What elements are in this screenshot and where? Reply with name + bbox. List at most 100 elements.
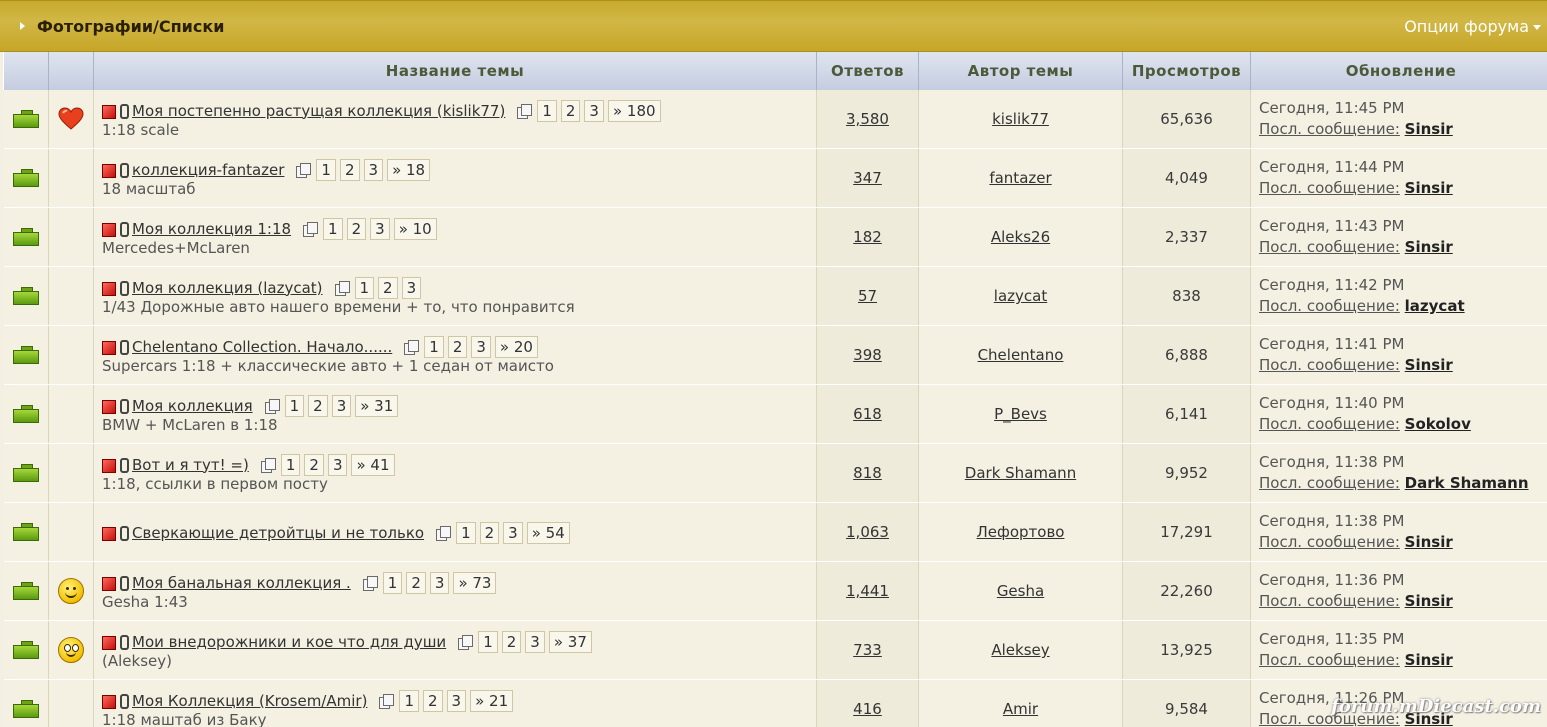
- new-post-icon[interactable]: [102, 163, 116, 178]
- page-link[interactable]: 2: [406, 571, 426, 594]
- page-link[interactable]: 1: [399, 689, 419, 712]
- page-link[interactable]: 1: [323, 217, 343, 240]
- replies-link[interactable]: 733: [853, 641, 882, 659]
- author-link[interactable]: Amir: [1003, 700, 1038, 718]
- last-poster-link[interactable]: Sinsir: [1405, 120, 1453, 138]
- replies-link[interactable]: 818: [853, 464, 882, 482]
- page-link[interactable]: 3: [363, 158, 384, 181]
- page-link[interactable]: 1: [424, 335, 444, 358]
- last-post-link[interactable]: Посл. сообщение:: [1259, 533, 1400, 551]
- page-link[interactable]: » 73: [453, 571, 497, 594]
- topic-title-link[interactable]: коллекция-fantazer: [132, 161, 284, 179]
- topic-title-link[interactable]: Chelentano Collection. Начало......: [132, 338, 392, 356]
- page-link[interactable]: » 10: [393, 217, 437, 240]
- topic-title-link[interactable]: Моя коллекция (lazycat): [132, 279, 323, 297]
- replies-link[interactable]: 1,441: [846, 582, 889, 600]
- new-post-icon[interactable]: [102, 104, 116, 119]
- author-link[interactable]: kislik77: [992, 110, 1049, 128]
- replies-link[interactable]: 398: [853, 346, 882, 364]
- page-link[interactable]: 3: [370, 217, 390, 240]
- last-post-link[interactable]: Посл. сообщение:: [1259, 297, 1400, 315]
- page-link[interactable]: 2: [447, 335, 468, 358]
- new-post-icon[interactable]: [102, 281, 116, 296]
- replies-link[interactable]: 57: [858, 287, 877, 305]
- new-post-icon[interactable]: [102, 399, 116, 414]
- page-link[interactable]: 2: [346, 217, 367, 240]
- new-post-icon[interactable]: [102, 458, 116, 473]
- replies-link[interactable]: 182: [853, 228, 882, 246]
- page-link[interactable]: 2: [479, 521, 500, 544]
- page-link[interactable]: 1: [456, 521, 476, 544]
- page-link[interactable]: 3: [471, 335, 491, 358]
- page-link[interactable]: 2: [308, 394, 328, 417]
- replies-link[interactable]: 1,063: [846, 523, 889, 541]
- page-link[interactable]: 1: [478, 630, 498, 653]
- page-link[interactable]: 1: [354, 276, 375, 299]
- page-link[interactable]: 3: [401, 276, 422, 299]
- author-link[interactable]: Aleks26: [991, 228, 1050, 246]
- last-post-link[interactable]: Посл. сообщение:: [1259, 474, 1400, 492]
- last-poster-link[interactable]: Sinsir: [1405, 179, 1453, 197]
- header-author[interactable]: Автор темы: [918, 52, 1123, 90]
- author-link[interactable]: Chelentano: [978, 346, 1064, 364]
- new-post-icon[interactable]: [102, 576, 116, 591]
- author-link[interactable]: Gesha: [997, 582, 1044, 600]
- author-link[interactable]: Aleksey: [991, 641, 1049, 659]
- page-link[interactable]: 1: [537, 99, 557, 122]
- page-link[interactable]: 2: [304, 453, 324, 476]
- last-poster-link[interactable]: Sinsir: [1405, 356, 1453, 374]
- topic-title-link[interactable]: Сверкающие детройтцы и не только: [132, 524, 424, 542]
- last-poster-link[interactable]: Dark Shamann: [1405, 474, 1529, 492]
- breadcrumb[interactable]: Фотографии/Списки: [37, 17, 224, 36]
- page-link[interactable]: 3: [327, 453, 348, 476]
- author-link[interactable]: P_Bevs: [994, 405, 1047, 423]
- page-link[interactable]: 1: [284, 394, 305, 417]
- topic-title-link[interactable]: Моя Коллекция (Krosem/Amir): [132, 692, 367, 710]
- page-link[interactable]: » 37: [548, 630, 592, 653]
- last-post-link[interactable]: Посл. сообщение:: [1259, 238, 1400, 256]
- last-post-link[interactable]: Посл. сообщение:: [1259, 651, 1400, 669]
- header-title[interactable]: Название темы: [93, 52, 817, 90]
- topic-title-link[interactable]: Вот и я тут! =): [132, 456, 249, 474]
- last-post-link[interactable]: Посл. сообщение:: [1259, 592, 1400, 610]
- page-link[interactable]: 1: [280, 453, 301, 476]
- page-link[interactable]: 3: [584, 99, 604, 122]
- new-post-icon[interactable]: [102, 635, 116, 650]
- last-poster-link[interactable]: Sinsir: [1405, 592, 1453, 610]
- page-link[interactable]: 3: [429, 571, 450, 594]
- page-link[interactable]: » 41: [351, 453, 395, 476]
- page-link[interactable]: 2: [501, 630, 522, 653]
- last-poster-link[interactable]: Sinsir: [1405, 651, 1453, 669]
- page-link[interactable]: 2: [378, 276, 398, 299]
- page-link[interactable]: » 180: [607, 99, 661, 122]
- page-link[interactable]: 1: [316, 158, 336, 181]
- topic-title-link[interactable]: Моя банальная коллекция .: [132, 574, 351, 592]
- author-link[interactable]: Лефортово: [977, 523, 1065, 541]
- last-post-link[interactable]: Посл. сообщение:: [1259, 179, 1400, 197]
- page-link[interactable]: » 54: [526, 521, 570, 544]
- replies-link[interactable]: 347: [853, 169, 882, 187]
- topic-title-link[interactable]: Моя коллекция: [132, 397, 253, 415]
- new-post-icon[interactable]: [102, 222, 116, 237]
- page-link[interactable]: 3: [525, 630, 545, 653]
- header-replies[interactable]: Ответов: [816, 52, 919, 90]
- forum-options-menu[interactable]: Опции форума: [1404, 17, 1541, 36]
- author-link[interactable]: fantazer: [989, 169, 1051, 187]
- topic-title-link[interactable]: Моя коллекция 1:18: [132, 220, 291, 238]
- last-post-link[interactable]: Посл. сообщение:: [1259, 415, 1400, 433]
- author-link[interactable]: lazycat: [994, 287, 1047, 305]
- last-poster-link[interactable]: Sinsir: [1405, 533, 1453, 551]
- page-link[interactable]: » 18: [387, 158, 431, 181]
- page-link[interactable]: » 21: [470, 689, 514, 712]
- page-link[interactable]: 2: [560, 99, 581, 122]
- topic-title-link[interactable]: Моя постепенно растущая коллекция (kisli…: [132, 102, 505, 120]
- page-link[interactable]: 3: [503, 521, 523, 544]
- header-updated[interactable]: Обновление: [1250, 52, 1547, 90]
- page-link[interactable]: 3: [446, 689, 467, 712]
- new-post-icon[interactable]: [102, 526, 116, 541]
- replies-link[interactable]: 618: [853, 405, 882, 423]
- replies-link[interactable]: 3,580: [846, 110, 889, 128]
- header-views[interactable]: Просмотров: [1122, 52, 1251, 90]
- last-post-link[interactable]: Посл. сообщение:: [1259, 356, 1400, 374]
- page-link[interactable]: » 20: [494, 335, 538, 358]
